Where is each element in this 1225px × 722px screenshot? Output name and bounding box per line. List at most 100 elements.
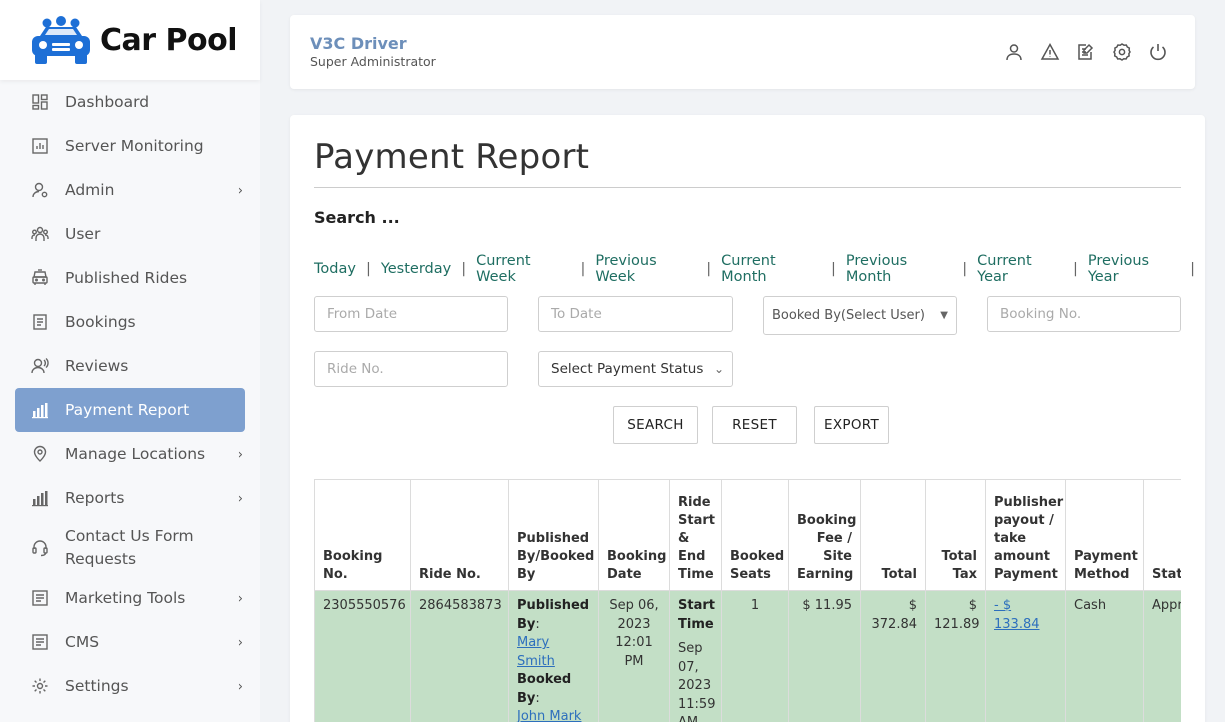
sidebar-item-bookings[interactable]: Bookings: [15, 300, 245, 344]
dashboard-icon: [31, 93, 49, 111]
chart-icon: [31, 137, 49, 155]
payment-table-wrapper[interactable]: Booking No. Ride No. Published By/Booked…: [314, 479, 1181, 722]
review-icon: [31, 357, 49, 375]
document-icon: [31, 313, 49, 331]
link-separator: |: [461, 261, 467, 277]
top-header: V3C Driver Super Administrator: [290, 15, 1195, 89]
col-ride-no[interactable]: Ride No.: [410, 479, 509, 591]
sidebar-item-label: Dashboard: [65, 92, 150, 111]
user-icon[interactable]: [1003, 41, 1025, 63]
edit-icon[interactable]: [1075, 41, 1097, 63]
chevron-right-icon: ›: [237, 591, 243, 607]
sidebar-item-manage-locations[interactable]: Manage Locations ›: [15, 432, 245, 476]
brand-name: Car Pool: [100, 22, 238, 58]
cell-booking-no: 2305550576: [314, 590, 411, 722]
booked-by-select[interactable]: Booked By(Select User) ▼: [763, 296, 957, 335]
headset-icon: [31, 539, 49, 557]
users-icon: [31, 225, 49, 243]
brand-logo[interactable]: Car Pool: [0, 0, 260, 80]
payment-status-select[interactable]: Select Payment Status ⌄: [538, 351, 733, 387]
col-booked-seats[interactable]: Booked Seats: [721, 479, 789, 591]
sidebar-item-user[interactable]: User: [15, 212, 245, 256]
link-previous-month[interactable]: Previous Month: [846, 253, 952, 285]
col-booking-fee[interactable]: Booking Fee / Site Earning: [788, 479, 861, 591]
publisher-link[interactable]: Mary Smith: [517, 635, 555, 669]
reset-button[interactable]: RESET: [712, 406, 797, 444]
sidebar-item-label: Contact Us Form Requests: [65, 527, 194, 568]
table-header-row: Booking No. Ride No. Published By/Booked…: [314, 479, 1181, 591]
link-separator: |: [831, 261, 836, 277]
link-yesterday[interactable]: Yesterday: [381, 261, 451, 277]
sidebar-item-label: Marketing Tools: [65, 588, 186, 607]
power-icon[interactable]: [1147, 41, 1169, 63]
gear-icon[interactable]: [1111, 41, 1133, 63]
header-actions: [1003, 41, 1169, 63]
user-role: Super Administrator: [310, 54, 436, 69]
sidebar-item-label: Reviews: [65, 356, 129, 375]
car-icon: [31, 269, 49, 287]
cell-total: $ 372.84: [860, 590, 926, 722]
col-total-tax[interactable]: Total Tax: [925, 479, 986, 591]
sidebar-item-reviews[interactable]: Reviews: [15, 344, 245, 388]
col-status[interactable]: Status: [1143, 479, 1181, 591]
cell-ride-time: Start Time Sep 07, 2023 11:59 AM: [669, 590, 722, 722]
link-current-month[interactable]: Current Month: [721, 253, 821, 285]
sidebar-item-server-monitoring[interactable]: Server Monitoring: [15, 124, 245, 168]
sidebar-item-label: Settings: [65, 676, 129, 695]
payout-link[interactable]: - $ 133.84: [994, 598, 1040, 632]
booking-no-input[interactable]: Booking No.: [987, 296, 1181, 332]
booker-link[interactable]: John Mark: [517, 709, 581, 722]
col-ride-time[interactable]: Ride Start & End Time: [669, 479, 722, 591]
start-time-label: Start Time: [678, 598, 715, 632]
page-title: Payment Report: [314, 137, 590, 177]
sidebar-item-payment-report[interactable]: Payment Report: [15, 388, 245, 432]
ride-no-input[interactable]: Ride No.: [314, 351, 508, 387]
export-button[interactable]: EXPORT: [814, 406, 889, 444]
sidebar-item-dashboard[interactable]: Dashboard: [15, 80, 245, 124]
link-current-year[interactable]: Current Year: [977, 253, 1063, 285]
cell-published-booked-by: Published By: Mary Smith Booked By: John…: [508, 590, 599, 722]
search-button[interactable]: SEARCH: [613, 406, 698, 444]
sidebar-item-admin[interactable]: Admin ›: [15, 168, 245, 212]
current-user: V3C Driver Super Administrator: [310, 34, 436, 69]
published-by-label: Published By: [517, 598, 590, 632]
sidebar-item-marketing-tools[interactable]: Marketing Tools ›: [15, 576, 245, 620]
from-date-input[interactable]: From Date: [314, 296, 508, 332]
col-publisher-payout[interactable]: Publisher payout / take amount Payment: [985, 479, 1066, 591]
sidebar-item-contact-us[interactable]: Contact Us Form Requests: [15, 520, 245, 576]
sidebar-item-label: CMS: [65, 632, 100, 651]
col-booking-no[interactable]: Booking No.: [314, 479, 411, 591]
car-pool-logo-icon: [32, 16, 90, 64]
cell-booking-fee: $ 11.95: [788, 590, 861, 722]
payment-table: Booking No. Ride No. Published By/Booked…: [314, 479, 1181, 722]
link-separator: |: [1190, 261, 1195, 277]
main-card: Payment Report Search ... Today | Yester…: [290, 115, 1205, 722]
to-date-input[interactable]: To Date: [538, 296, 733, 332]
booked-by-value: Booked By(Select User): [772, 308, 925, 323]
chevron-down-icon: ⌄: [713, 362, 724, 376]
link-previous-week[interactable]: Previous Week: [595, 253, 696, 285]
col-total[interactable]: Total: [860, 479, 926, 591]
col-published-booked-by[interactable]: Published By/Booked By: [508, 479, 599, 591]
cell-payment-method: Cash: [1065, 590, 1144, 722]
link-previous-year[interactable]: Previous Year: [1088, 253, 1180, 285]
sidebar-item-label: Server Monitoring: [65, 136, 204, 155]
sidebar-item-settings[interactable]: Settings ›: [15, 664, 245, 708]
sidebar-item-reports[interactable]: Reports ›: [15, 476, 245, 520]
cell-booked-seats: 1: [721, 590, 789, 722]
sidebar-item-label: Bookings: [65, 312, 136, 331]
alert-icon[interactable]: [1039, 41, 1061, 63]
admin-icon: [31, 181, 49, 199]
link-current-week[interactable]: Current Week: [476, 253, 570, 285]
sidebar-menu: Dashboard Server Monitoring Admin › User…: [15, 80, 245, 708]
sidebar-item-cms[interactable]: CMS ›: [15, 620, 245, 664]
col-payment-method[interactable]: Payment Method: [1065, 479, 1144, 591]
sidebar-item-published-rides[interactable]: Published Rides: [15, 256, 245, 300]
col-booking-date[interactable]: Booking Date: [598, 479, 670, 591]
link-separator: |: [1072, 261, 1078, 277]
to-date-placeholder: To Date: [551, 306, 602, 322]
sidebar-item-label: User: [65, 224, 101, 243]
cell-ride-no: 2864583873: [410, 590, 509, 722]
bar-chart-icon: [31, 401, 49, 419]
link-today[interactable]: Today: [314, 261, 356, 277]
